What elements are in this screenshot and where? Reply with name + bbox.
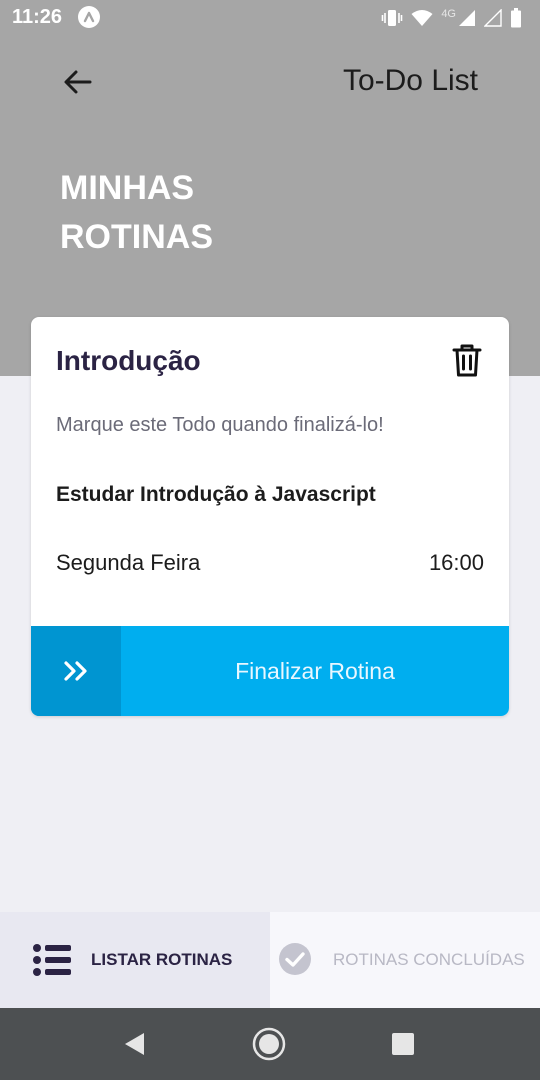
check-circle-icon (278, 942, 312, 980)
finish-routine-button[interactable]: Finalizar Rotina (31, 626, 509, 716)
status-icons: 4G (381, 7, 522, 29)
finish-icon-box (31, 626, 121, 716)
wifi-icon (411, 10, 433, 26)
finish-routine-label: Finalizar Rotina (235, 658, 395, 684)
task-day: Segunda Feira (56, 550, 201, 575)
android-nav-bar (0, 1008, 540, 1080)
routine-hint: Marque este Todo quando finalizá-lo! (56, 414, 384, 436)
circle-home-icon (252, 1027, 286, 1061)
triangle-back-icon (125, 1033, 144, 1055)
tab-completed-routines[interactable]: ROTINAS CONCLUÍDAS (270, 912, 540, 1008)
status-time: 11:26 (12, 6, 63, 28)
task-time: 16:00 (428, 550, 484, 575)
nav-recents-button[interactable] (385, 1026, 421, 1062)
chevrons-right-icon (64, 661, 87, 681)
signal-icon (459, 10, 475, 26)
task-name: Estudar Introdução à Javascript (56, 483, 376, 506)
delete-button[interactable] (451, 342, 483, 378)
routine-card: Introdução Marque este Todo quando final… (31, 317, 509, 716)
nav-home-button[interactable] (251, 1026, 287, 1062)
vibrate-icon (382, 10, 403, 26)
tab-list-routines-label: LISTAR ROTINAS (91, 950, 233, 969)
notification-app-icon (78, 6, 100, 28)
tab-completed-routines-label: ROTINAS CONCLUÍDAS (333, 950, 525, 969)
bottom-tab-bar: LISTAR ROTINAS ROTINAS CONCLUÍDAS (0, 912, 540, 1008)
signal-empty-icon (484, 9, 502, 27)
tab-list-routines[interactable]: LISTAR ROTINAS (0, 912, 270, 1008)
list-icon (32, 942, 72, 982)
battery-icon (511, 8, 521, 28)
arrow-left-icon (64, 70, 92, 94)
back-button[interactable] (60, 64, 96, 100)
routine-title: Introdução (56, 345, 201, 376)
network-type-label: 4G (441, 8, 456, 20)
nav-back-button[interactable] (118, 1026, 154, 1062)
page-title: MINHAS ROTINAS (60, 169, 213, 256)
app-title: To-Do List (342, 64, 478, 97)
status-bar: 11:26 4G (0, 0, 540, 36)
square-recents-icon (392, 1033, 414, 1055)
trash-icon (452, 344, 482, 377)
